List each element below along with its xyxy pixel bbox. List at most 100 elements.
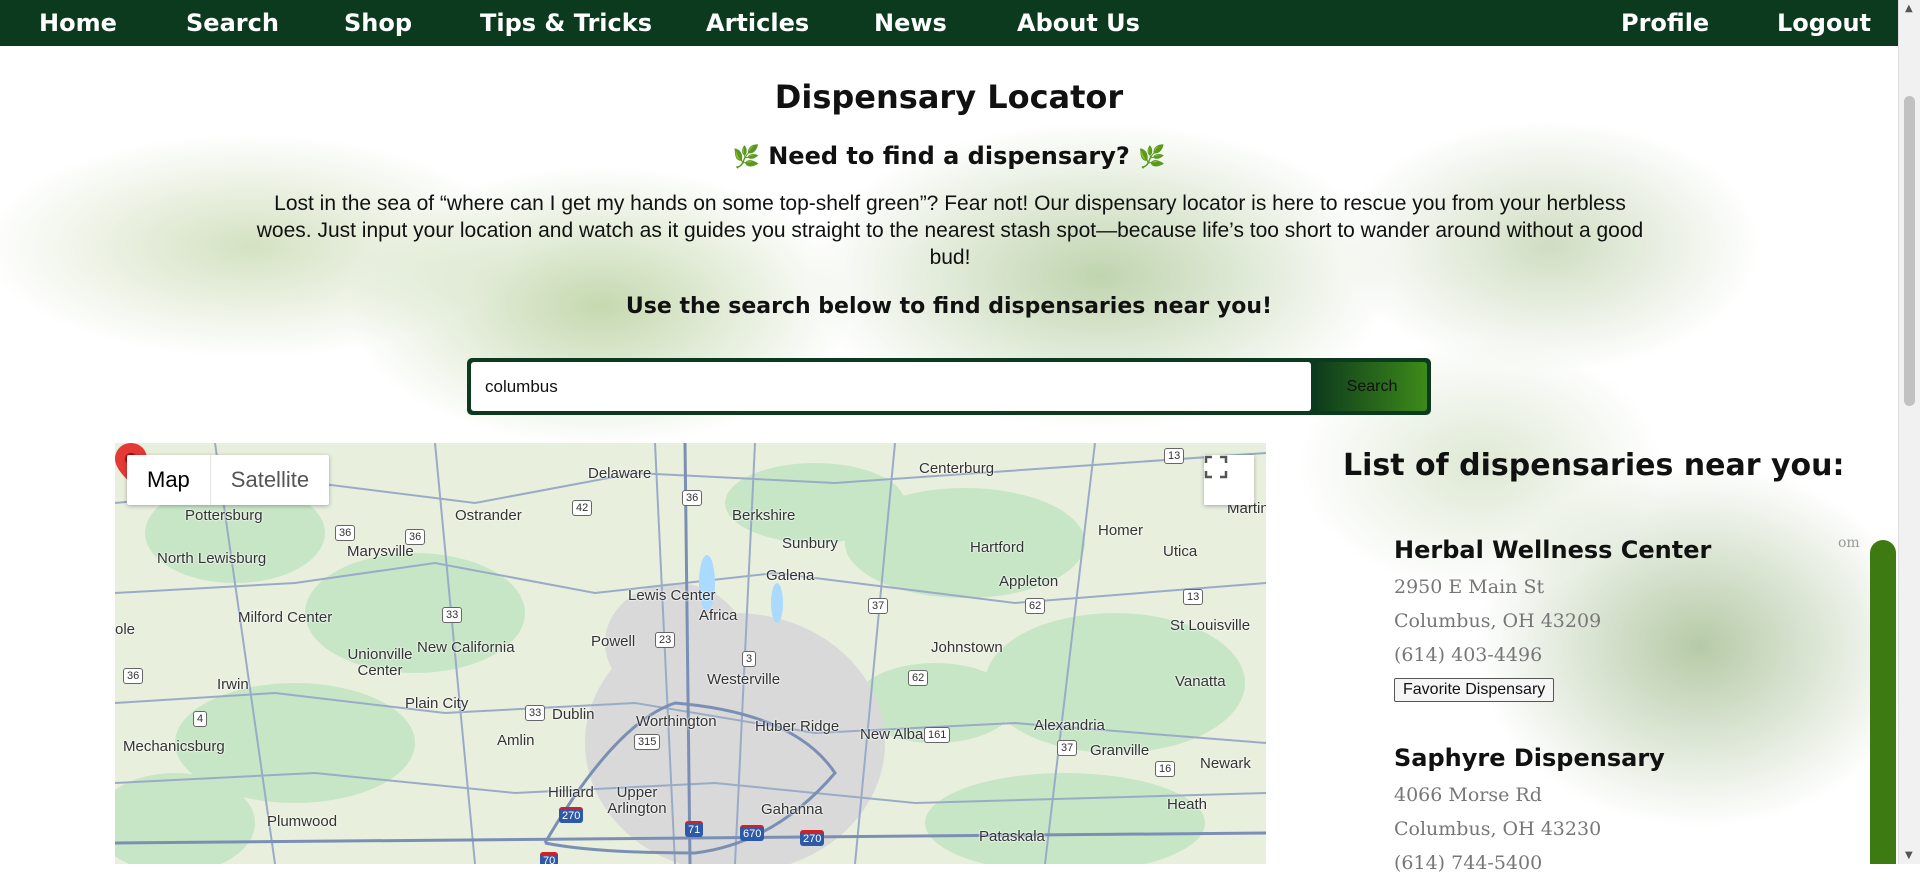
map-label: Heath bbox=[1167, 796, 1208, 813]
intro-text: Lost in the sea of “where can I get my h… bbox=[256, 192, 1644, 269]
route-shield: 42 bbox=[572, 500, 593, 516]
map-label: Huber Ridge bbox=[755, 718, 840, 735]
dispensary-street: 4066 Morse Rd bbox=[1394, 784, 1542, 806]
map-label: Berkshire bbox=[732, 507, 796, 524]
page-title: Dispensary Locator bbox=[774, 78, 1124, 116]
route-shield: 36 bbox=[682, 490, 703, 506]
map-label: Appleton bbox=[999, 573, 1059, 590]
route-shield: 36 bbox=[405, 529, 426, 545]
route-shield: 4 bbox=[193, 711, 208, 727]
dispensary-phone: (614) 744-5400 bbox=[1394, 852, 1543, 874]
interstate-shield: 71 bbox=[685, 821, 704, 837]
route-shield: 62 bbox=[1025, 598, 1046, 614]
route-shield: 37 bbox=[1057, 740, 1078, 756]
map-label: Homer bbox=[1098, 522, 1144, 539]
route-shield: 315 bbox=[634, 734, 661, 750]
route-shield: 36 bbox=[335, 525, 356, 541]
dispensary-list-heading: List of dispensaries near you: bbox=[1343, 448, 1845, 483]
map-type-map-button[interactable]: Map bbox=[127, 455, 210, 505]
map-label: Pottersburg bbox=[185, 507, 263, 524]
scroll-down-icon[interactable]: ▼ bbox=[1905, 850, 1913, 861]
map-label: Milford Center bbox=[238, 609, 333, 626]
interstate-shield: 670 bbox=[740, 825, 765, 841]
route-shield: 16 bbox=[1155, 761, 1176, 777]
map-label: Pataskala bbox=[979, 828, 1045, 845]
map-label: St Louisville bbox=[1170, 617, 1251, 634]
dispensary-name: Saphyre Dispensary bbox=[1394, 744, 1665, 772]
map-label: Delaware bbox=[588, 465, 652, 482]
map-label: Plain City bbox=[405, 695, 469, 712]
scroll-up-icon[interactable]: ▲ bbox=[1905, 3, 1913, 14]
green-side-bar bbox=[1870, 540, 1896, 864]
map-label: Alexandria bbox=[1034, 717, 1105, 734]
fullscreen-icon bbox=[1204, 455, 1228, 479]
map-type-satellite-button[interactable]: Satellite bbox=[209, 455, 329, 505]
route-shield: 13 bbox=[1164, 448, 1185, 464]
leaf-icon: 🌿 bbox=[732, 145, 760, 170]
nav-articles[interactable]: Articles bbox=[706, 9, 809, 37]
map-label: North Lewisburg bbox=[157, 550, 267, 567]
nav-home[interactable]: Home bbox=[39, 9, 117, 37]
map-label: Worthington bbox=[636, 713, 717, 730]
map-type-control: Map Satellite bbox=[127, 455, 330, 505]
map-label: Powell bbox=[591, 633, 636, 650]
fullscreen-button[interactable] bbox=[1204, 455, 1254, 505]
map-label: Amlin bbox=[497, 732, 535, 749]
dispensary-card: Herbal Wellness Center 2950 E Main St Co… bbox=[1394, 536, 1711, 702]
dispensary-name: Herbal Wellness Center bbox=[1394, 536, 1712, 564]
map-label: Gahanna bbox=[761, 801, 823, 818]
route-shield: 37 bbox=[868, 598, 889, 614]
search-bar: Search bbox=[467, 358, 1431, 415]
map-label: Upper Arlington bbox=[607, 784, 667, 817]
route-shield: 36 bbox=[123, 668, 144, 684]
route-shield: 3 bbox=[742, 651, 757, 667]
map-label: Sunbury bbox=[782, 535, 838, 552]
nav-logout[interactable]: Logout bbox=[1777, 9, 1871, 37]
interstate-shield: 70 bbox=[540, 852, 559, 864]
nav-search[interactable]: Search bbox=[186, 9, 279, 37]
route-shield: 33 bbox=[525, 705, 546, 721]
scrollbar-thumb[interactable] bbox=[1904, 96, 1915, 406]
route-shield: 62 bbox=[908, 670, 929, 686]
subtitle-text: Need to find a dispensary? bbox=[768, 142, 1130, 170]
nav-about-us[interactable]: About Us bbox=[1017, 9, 1140, 37]
map-label: Dublin bbox=[552, 706, 595, 723]
dispensary-phone: (614) 403-4496 bbox=[1394, 644, 1543, 666]
map-label: Ostrander bbox=[455, 507, 522, 524]
map-label: Irwin bbox=[217, 676, 249, 693]
map-label: Unionville Center bbox=[347, 646, 413, 679]
interstate-shield: 270 bbox=[800, 830, 825, 846]
search-button[interactable]: Search bbox=[1317, 362, 1427, 411]
dispensary-street: 2950 E Main St bbox=[1394, 576, 1545, 598]
map-label: Africa bbox=[699, 607, 738, 624]
route-shield: 23 bbox=[655, 632, 676, 648]
map-label: Centerburg bbox=[919, 460, 995, 477]
map-label: Newark bbox=[1200, 755, 1251, 772]
map-label: Mechanicsburg bbox=[123, 738, 225, 755]
nav-shop[interactable]: Shop bbox=[344, 9, 412, 37]
map-label: New California bbox=[417, 639, 515, 656]
map-label: Marysville bbox=[347, 543, 414, 560]
dispensary-card: Saphyre Dispensary 4066 Morse Rd Columbu… bbox=[1394, 744, 1665, 880]
favorite-dispensary-button[interactable]: Favorite Dispensary bbox=[1394, 678, 1555, 702]
search-prompt: Use the search below to find dispensarie… bbox=[625, 294, 1273, 319]
map-label: Utica bbox=[1163, 543, 1198, 560]
map-roads bbox=[115, 443, 1266, 864]
map-label: Galena bbox=[766, 567, 815, 584]
nav-news[interactable]: News bbox=[874, 9, 947, 37]
map-label: ole bbox=[115, 621, 136, 638]
dispensary-city: Columbus, OH 43209 bbox=[1394, 610, 1602, 632]
map-label: Vanatta bbox=[1175, 673, 1226, 690]
map-label: Lewis Center bbox=[628, 587, 716, 604]
map-view[interactable]: Delaware Centerburg Pottersburg Ostrande… bbox=[115, 443, 1266, 864]
map-label: Hilliard bbox=[548, 784, 594, 801]
location-search-input[interactable] bbox=[471, 362, 1311, 411]
top-nav: Home Search Shop Tips & Tricks Articles … bbox=[0, 0, 1898, 46]
map-label: Hartford bbox=[970, 539, 1025, 556]
page-scrollbar[interactable]: ▲ ▼ bbox=[1898, 0, 1920, 864]
map-label: Westerville bbox=[707, 671, 781, 688]
nav-profile[interactable]: Profile bbox=[1621, 9, 1709, 37]
nav-tips-tricks[interactable]: Tips & Tricks bbox=[480, 9, 652, 37]
map-label: Granville bbox=[1090, 742, 1150, 759]
page-subtitle: 🌿 Need to find a dispensary? 🌿 bbox=[0, 142, 1898, 170]
